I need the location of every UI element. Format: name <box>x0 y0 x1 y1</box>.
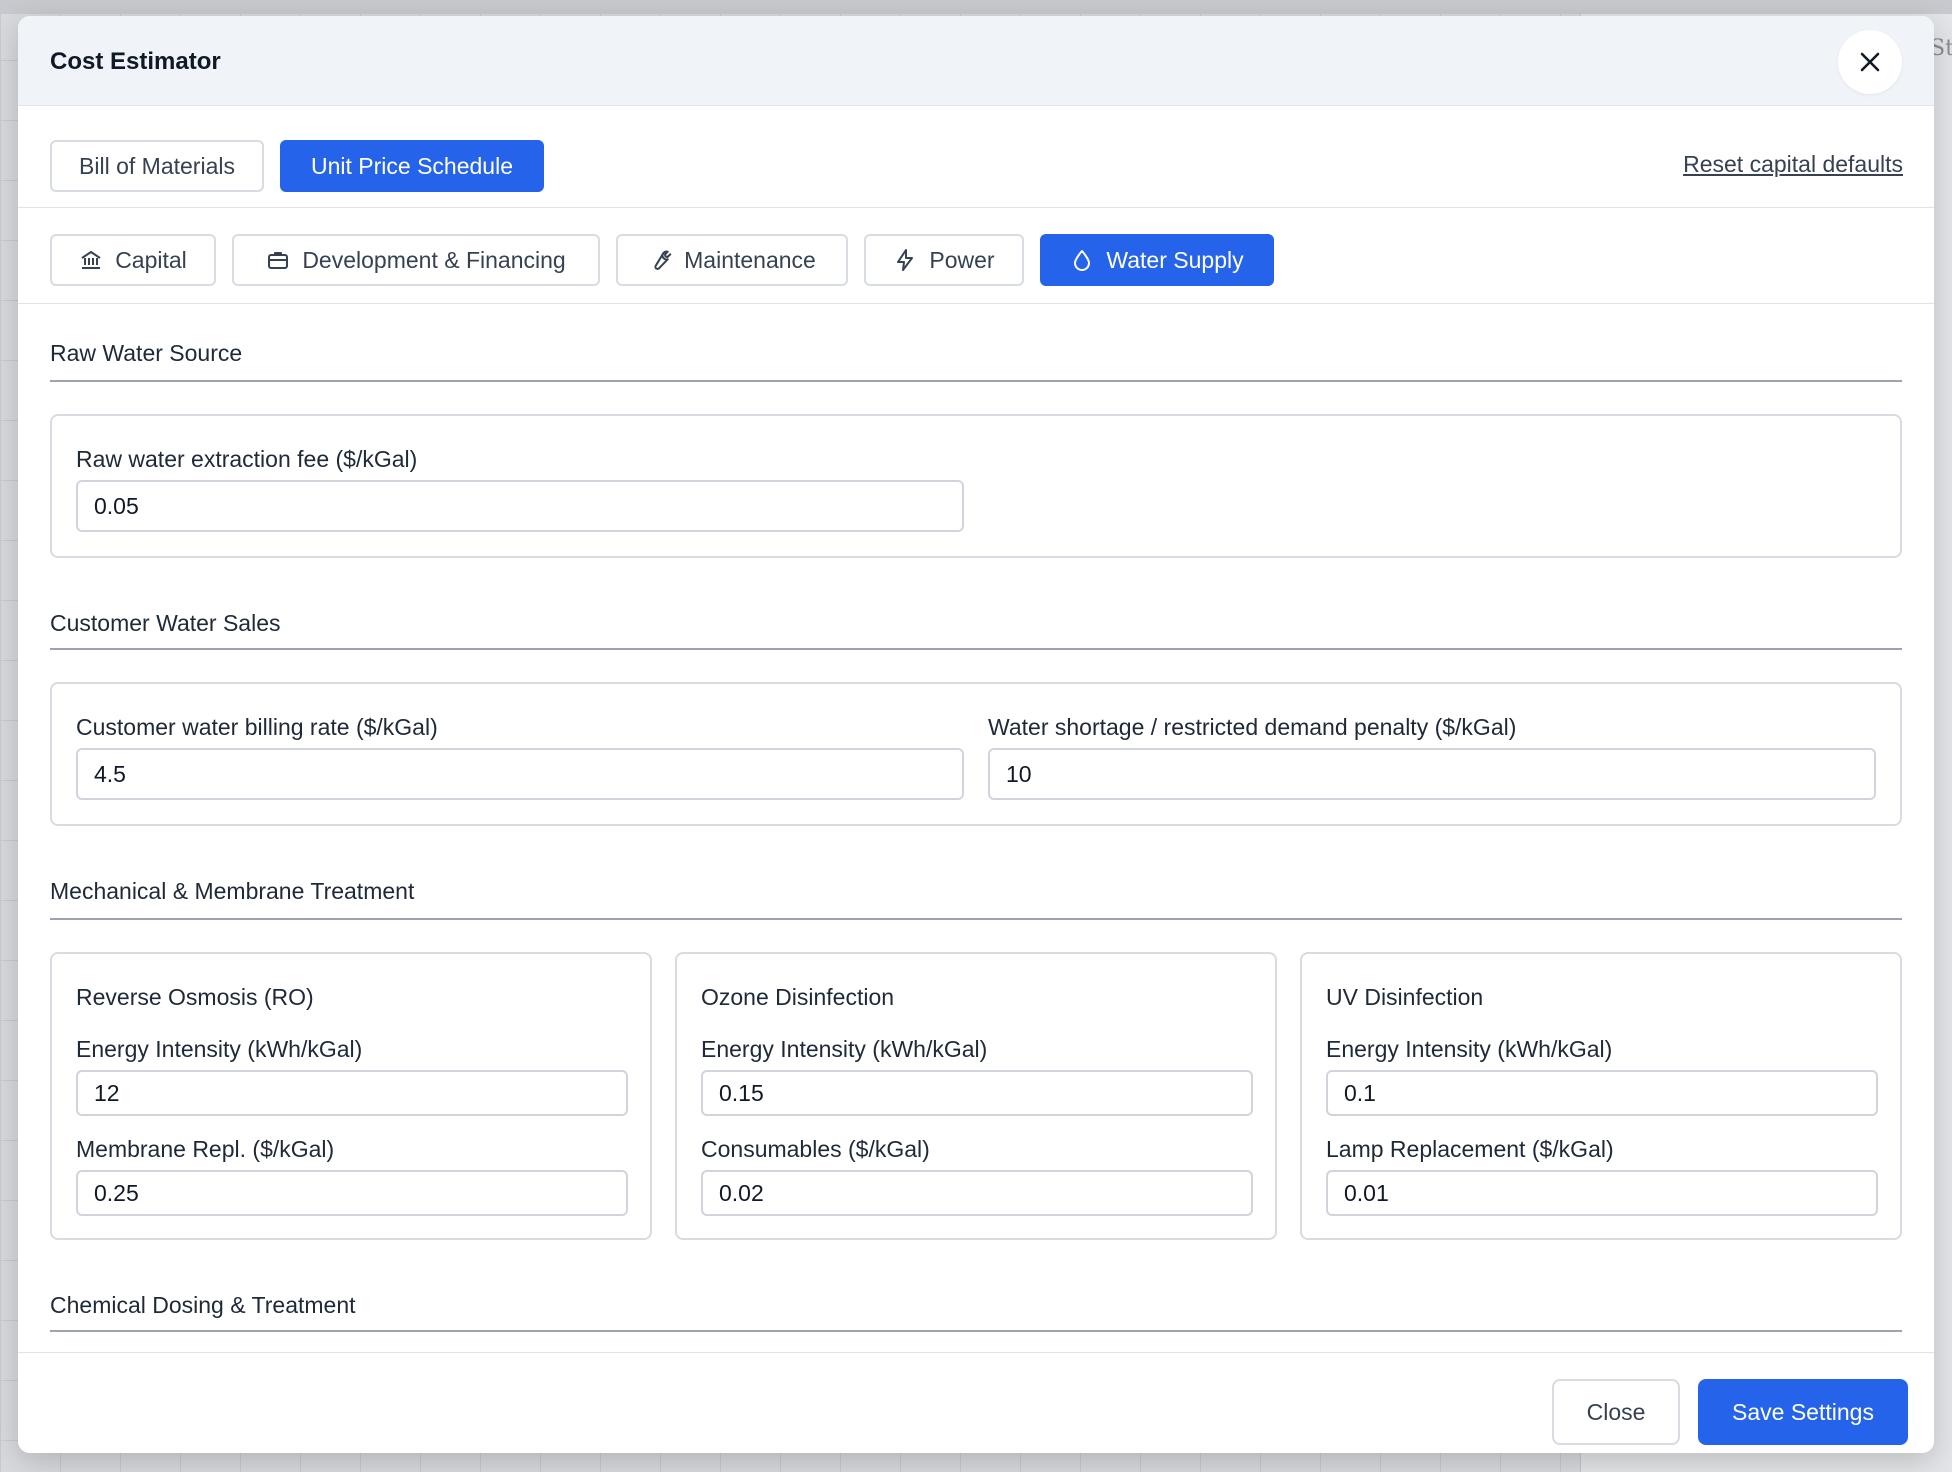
field-label: Membrane Repl. ($/kGal) <box>76 1136 335 1162</box>
customer-billing-rate-input[interactable]: 4.5 <box>76 748 964 800</box>
settings-content[interactable]: Raw Water Source Raw water extraction fe… <box>18 304 1934 1352</box>
ro-membrane-replacement-input[interactable]: 0.25 <box>76 1170 628 1216</box>
section-title-customer-sales: Customer Water Sales <box>50 610 281 636</box>
section-title-chemical: Chemical Dosing & Treatment <box>50 1292 356 1318</box>
tab-development-financing[interactable]: Development & Financing <box>232 234 600 286</box>
category-tabs-row: Capital Development & Financing Maintena… <box>18 208 1934 304</box>
section-title-raw-water: Raw Water Source <box>50 340 243 366</box>
field-label: Energy Intensity (kWh/kGal) <box>1326 1036 1613 1062</box>
section-divider <box>50 1330 1902 1332</box>
save-settings-button[interactable]: Save Settings <box>1698 1379 1908 1445</box>
tab-capital[interactable]: Capital <box>50 234 216 286</box>
bank-icon <box>81 251 101 269</box>
bolt-icon <box>897 249 914 271</box>
briefcase-icon <box>268 252 289 269</box>
field-label: Water shortage / restricted demand penal… <box>988 714 1517 740</box>
droplet-icon <box>1074 250 1091 271</box>
card-title: Ozone Disinfection <box>701 984 895 1010</box>
tab-water-supply[interactable]: Water Supply <box>1040 234 1274 286</box>
ozone-disinfection-card: Ozone Disinfection Energy Intensity (kWh… <box>675 952 1277 1240</box>
tab-label: Maintenance <box>684 246 816 273</box>
tab-bill-of-materials[interactable]: Bill of Materials <box>50 140 264 192</box>
field-label: Lamp Replacement ($/kGal) <box>1326 1136 1614 1162</box>
ro-energy-intensity-input[interactable]: 12 <box>76 1070 628 1116</box>
card-title: UV Disinfection <box>1326 984 1484 1010</box>
uv-disinfection-card: UV Disinfection Energy Intensity (kWh/kG… <box>1300 952 1902 1240</box>
card-title: Reverse Osmosis (RO) <box>76 984 314 1010</box>
reverse-osmosis-card: Reverse Osmosis (RO) Energy Intensity (k… <box>50 952 652 1240</box>
section-divider <box>50 380 1902 382</box>
tab-label: Bill of Materials <box>79 152 235 179</box>
reset-capital-defaults-link[interactable]: Reset capital defaults <box>1673 151 1903 178</box>
ozone-energy-intensity-input[interactable]: 0.15 <box>701 1070 1253 1116</box>
customer-sales-card: Customer water billing rate ($/kGal) 4.5… <box>50 682 1902 826</box>
field-label: Raw water extraction fee ($/kGal) <box>76 446 418 472</box>
field-label: Energy Intensity (kWh/kGal) <box>76 1036 363 1062</box>
section-divider <box>50 648 1902 650</box>
close-icon <box>1860 52 1880 72</box>
wrench-icon <box>654 250 672 270</box>
tab-label: Unit Price Schedule <box>311 152 513 179</box>
modal-title: Cost Estimator <box>50 48 221 75</box>
section-title-mechanical: Mechanical & Membrane Treatment <box>50 878 415 904</box>
field-label: Customer water billing rate ($/kGal) <box>76 714 438 740</box>
tab-label: Power <box>929 246 995 273</box>
tab-maintenance[interactable]: Maintenance <box>616 234 848 286</box>
section-divider <box>50 918 1902 920</box>
background-top-bar <box>0 0 1952 14</box>
uv-energy-intensity-input[interactable]: 0.1 <box>1326 1070 1878 1116</box>
field-label: Consumables ($/kGal) <box>701 1136 930 1162</box>
raw-water-card: Raw water extraction fee ($/kGal) 0.05 <box>50 414 1902 558</box>
tab-label: Capital <box>115 246 187 273</box>
raw-water-extraction-fee-input[interactable]: 0.05 <box>76 480 964 532</box>
shortage-penalty-input[interactable]: 10 <box>988 748 1876 800</box>
ozone-consumables-input[interactable]: 0.02 <box>701 1170 1253 1216</box>
field-label: Energy Intensity (kWh/kGal) <box>701 1036 988 1062</box>
uv-lamp-replacement-input[interactable]: 0.01 <box>1326 1170 1878 1216</box>
modal-header: Cost Estimator <box>18 16 1934 106</box>
tab-power[interactable]: Power <box>864 234 1024 286</box>
tab-unit-price-schedule[interactable]: Unit Price Schedule <box>280 140 544 192</box>
close-button[interactable]: Close <box>1552 1379 1680 1445</box>
tab-label: Water Supply <box>1106 246 1244 273</box>
close-modal-button[interactable] <box>1838 30 1902 94</box>
tab-label: Development & Financing <box>302 246 566 273</box>
modal-footer: Close Save Settings <box>18 1352 1934 1453</box>
cost-estimator-modal: Cost Estimator Bill of Materials Unit Pr… <box>18 16 1934 1453</box>
view-tabs-row: Bill of Materials Unit Price Schedule Re… <box>18 106 1934 208</box>
